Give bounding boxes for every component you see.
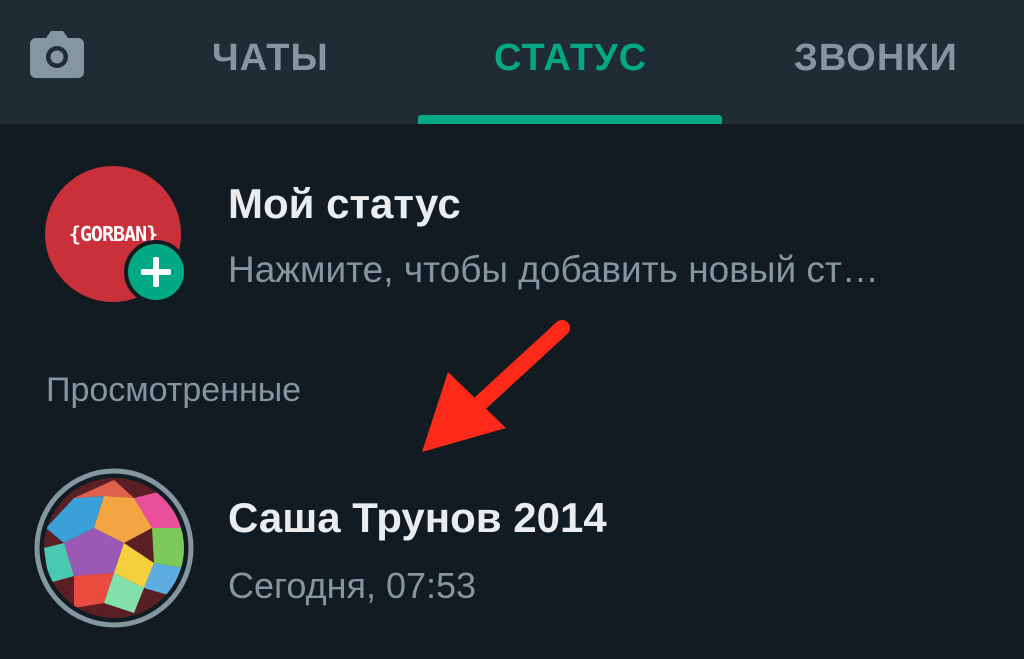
list-item[interactable]: Саша Трунов 2014 Сегодня, 07:53 <box>0 462 1024 652</box>
my-status-title: Мой статус <box>228 180 461 227</box>
tab-status[interactable]: СТАТУС <box>494 34 647 82</box>
tab-chats[interactable]: ЧАТЫ <box>212 34 329 82</box>
top-tab-bar: ЧАТЫ СТАТУС ЗВОНКИ <box>0 0 1024 124</box>
add-status-plus-icon[interactable] <box>124 240 188 304</box>
tab-calls[interactable]: ЗВОНКИ <box>794 34 958 82</box>
active-tab-indicator <box>418 115 722 124</box>
camera-icon[interactable] <box>28 28 86 80</box>
my-status-subtitle: Нажмите, чтобы добавить новый ст… <box>228 249 879 290</box>
whatsapp-status-screen: ЧАТЫ СТАТУС ЗВОНКИ {GORBAN} Мой статус Н… <box>0 0 1024 659</box>
avatar <box>34 468 194 628</box>
status-timestamp: Сегодня, 07:53 <box>228 565 477 606</box>
my-status-row[interactable]: {GORBAN} Мой статус Нажмите, чтобы добав… <box>0 150 1024 310</box>
viewed-section-header: Просмотренные <box>46 371 302 409</box>
contact-name: Саша Трунов 2014 <box>228 494 607 541</box>
red-annotation-arrow-icon <box>400 310 590 470</box>
